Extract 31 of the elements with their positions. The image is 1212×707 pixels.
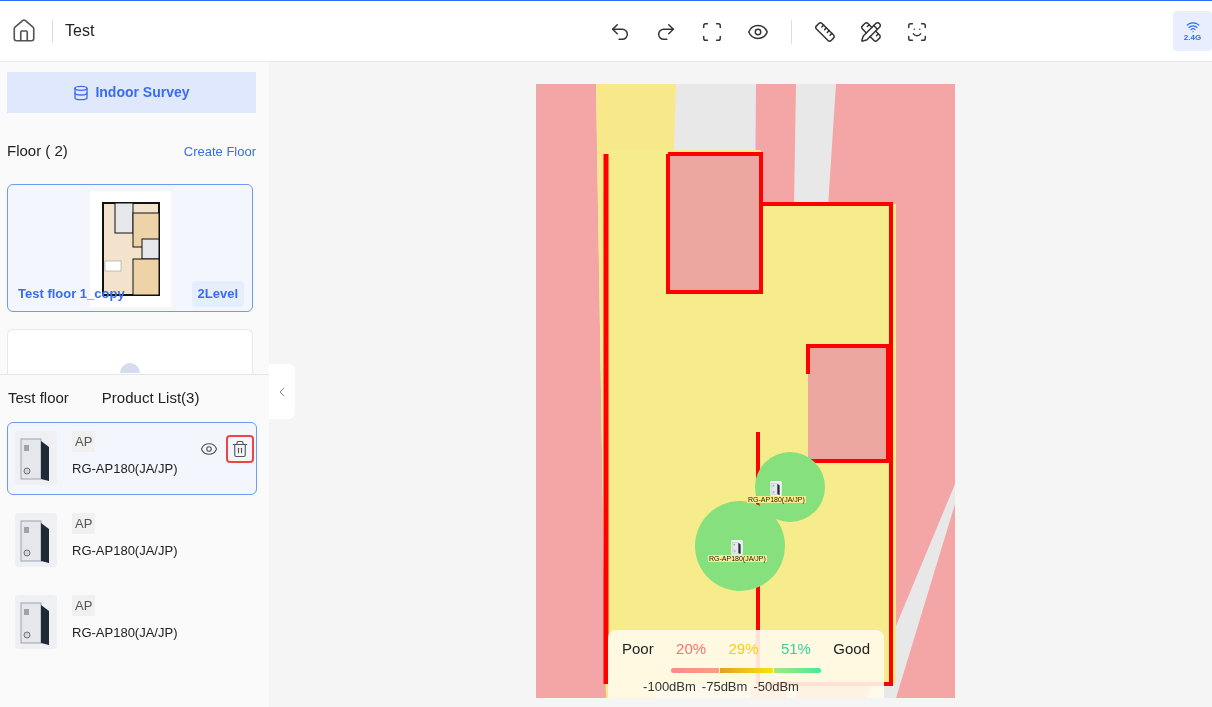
ruler-icon — [814, 21, 836, 43]
product-name: RG-AP180(JA/JP) — [72, 624, 178, 642]
home-icon[interactable] — [11, 18, 37, 44]
floor-level-badge: 2Level — [191, 281, 244, 307]
database-icon — [73, 84, 90, 101]
type-tag: AP — [72, 430, 96, 452]
ruler-pencil-icon — [860, 21, 882, 43]
floor-card[interactable]: Test floor 1_copy 2Level — [7, 183, 253, 312]
trash-icon — [231, 439, 249, 458]
scan-icon — [906, 21, 928, 43]
indoor-survey-button[interactable]: Indoor Survey — [7, 72, 256, 113]
redo-icon — [655, 21, 677, 43]
product-item[interactable]: AP RG-AP180(JA/JP) — [7, 421, 257, 495]
project-title: Test — [65, 21, 95, 41]
type-tag: AP — [72, 594, 96, 616]
product-name: RG-AP180(JA/JP) — [72, 542, 178, 560]
product-name: RG-AP180(JA/JP) — [72, 460, 178, 478]
floor-name: Test floor 1_copy — [18, 285, 125, 303]
create-floor-link[interactable]: Create Floor — [183, 141, 256, 161]
undo-icon — [609, 21, 631, 43]
band-button[interactable]: 2.4G — [1173, 11, 1212, 51]
type-tag: AP — [72, 512, 96, 534]
product-item[interactable]: AP RG-AP180(JA/JP) — [7, 503, 257, 577]
fit-screen-icon — [701, 21, 723, 43]
panel-tab[interactable]: Test floor — [8, 387, 69, 410]
wifi-icon — [1184, 20, 1201, 34]
product-item[interactable]: AP RG-AP180(JA/JP) — [7, 585, 257, 659]
panel-tab[interactable]: Product List(3) — [101, 387, 200, 410]
delete-button[interactable] — [226, 434, 254, 463]
placeholder-icon — [120, 362, 140, 373]
floor-heading: Floor ( 2) — [7, 141, 68, 161]
